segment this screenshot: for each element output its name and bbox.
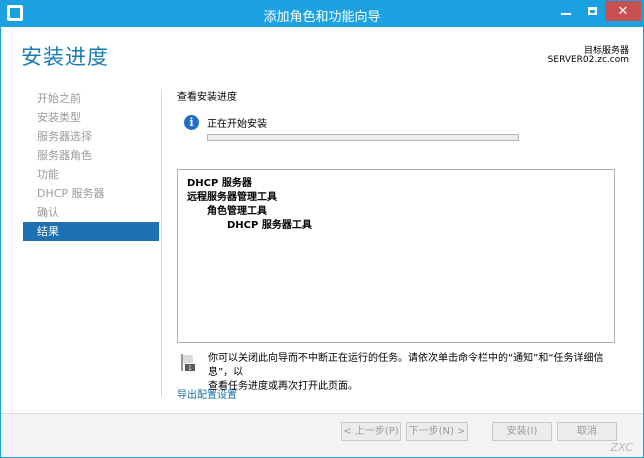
install-progress-bar xyxy=(207,134,519,141)
maximize-button[interactable] xyxy=(579,1,605,21)
watermark-text: ZXC xyxy=(610,441,633,454)
notification-note: 你可以关闭此向导而不中断正在运行的任务。请依次单击命令栏中的“通知”和“任务详细… xyxy=(208,352,623,394)
result-item-dhcp-server: DHCP 服务器 xyxy=(187,178,252,189)
footer-bar: < 上一步(P) 下一步(N) > 安装(I) 取消 ZXC xyxy=(1,414,643,457)
install-button[interactable]: 安装(I) xyxy=(492,422,552,441)
export-config-link[interactable]: 导出配置设置 xyxy=(177,386,237,401)
nav-item-server-roles[interactable]: 服务器角色 xyxy=(23,146,159,165)
next-button[interactable]: 下一步(N) > xyxy=(406,422,468,441)
nav-divider xyxy=(161,89,162,397)
nav-item-results[interactable]: 结果 xyxy=(23,222,159,241)
note-line-1: 你可以关闭此向导而不中断正在运行的任务。请依次单击命令栏中的“通知”和“任务详细… xyxy=(208,353,604,378)
section-label: 查看安装进度 xyxy=(177,92,237,103)
result-item-rsat: 远程服务器管理工具 xyxy=(187,192,277,203)
minimize-button[interactable] xyxy=(553,1,579,21)
nav-item-installation-type[interactable]: 安装类型 xyxy=(23,108,159,127)
result-item-role-admin-tools: 角色管理工具 xyxy=(207,206,267,217)
flag-note-icon: 1 xyxy=(181,354,195,372)
nav-item-features[interactable]: 功能 xyxy=(23,165,159,184)
window-title: 添加角色和功能向导 xyxy=(263,10,381,25)
svg-text:1: 1 xyxy=(188,365,192,372)
nav-item-confirmation[interactable]: 确认 xyxy=(23,203,159,222)
destination-server-name: SERVER02.zc.com xyxy=(547,55,629,65)
wizard-steps-nav: 开始之前 安装类型 服务器选择 服务器角色 功能 DHCP 服务器 确认 结果 xyxy=(23,89,159,241)
minimize-icon xyxy=(561,13,571,15)
wizard-window: 添加角色和功能向导 ✕ 安装进度 目标服务器 SERVER02.zc.com 开… xyxy=(0,0,644,458)
install-status-text: 正在开始安装 xyxy=(207,119,267,130)
close-button[interactable]: ✕ xyxy=(605,1,641,21)
results-list[interactable]: DHCP 服务器 远程服务器管理工具 角色管理工具 DHCP 服务器工具 xyxy=(177,169,615,343)
previous-button[interactable]: < 上一步(P) xyxy=(341,422,401,441)
maximize-icon xyxy=(587,7,597,15)
result-item-dhcp-tools: DHCP 服务器工具 xyxy=(227,220,312,231)
nav-item-server-selection[interactable]: 服务器选择 xyxy=(23,127,159,146)
page-title: 安装进度 xyxy=(21,45,109,69)
nav-item-before-you-begin[interactable]: 开始之前 xyxy=(23,89,159,108)
cancel-button[interactable]: 取消 xyxy=(557,422,617,441)
title-bar[interactable]: 添加角色和功能向导 ✕ xyxy=(1,1,643,27)
info-icon: i xyxy=(184,115,199,130)
nav-item-dhcp-server[interactable]: DHCP 服务器 xyxy=(23,184,159,203)
close-icon: ✕ xyxy=(617,3,629,19)
